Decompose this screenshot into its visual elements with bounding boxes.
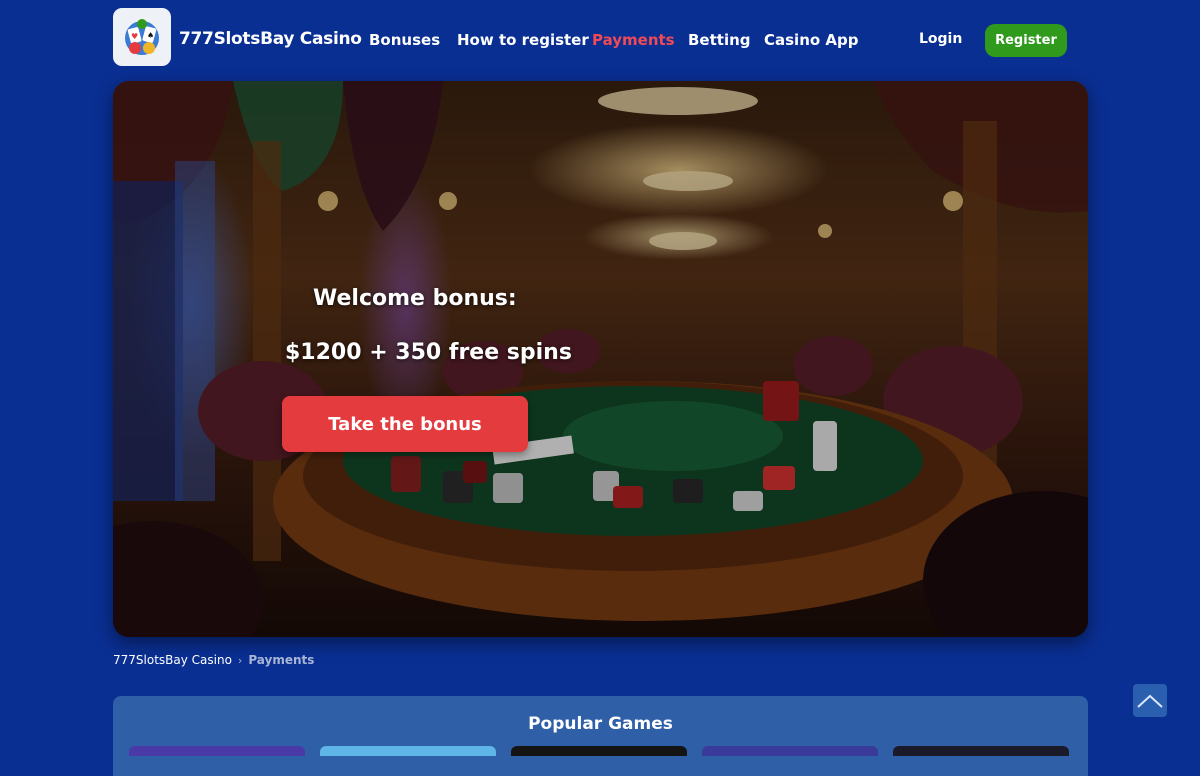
popular-games-section: Popular Games [113, 696, 1088, 776]
scroll-to-top-button[interactable] [1133, 684, 1167, 717]
breadcrumb: 777SlotsBay Casino › Payments [113, 653, 314, 667]
login-link[interactable]: Login [919, 31, 962, 47]
popular-games-title: Popular Games [528, 714, 673, 734]
chevron-up-icon [1137, 694, 1163, 708]
game-thumbnail[interactable] [893, 746, 1069, 756]
hero-title: Welcome bonus: [313, 286, 517, 311]
breadcrumb-current: Payments [248, 653, 315, 667]
site-header: ♥ ♠ 777SlotsBay Casino Bonuses How to re… [0, 0, 1200, 80]
nav-item-betting[interactable]: Betting [688, 31, 751, 49]
casino-logo-icon[interactable]: ♥ ♠ [113, 8, 171, 66]
game-thumbnail[interactable] [511, 746, 687, 756]
register-button[interactable]: Register [985, 24, 1067, 57]
brand-name[interactable]: 777SlotsBay Casino [179, 29, 362, 49]
svg-text:♥: ♥ [131, 32, 138, 41]
take-bonus-button[interactable]: Take the bonus [282, 396, 528, 452]
game-thumbnail[interactable] [129, 746, 305, 756]
breadcrumb-separator: › [237, 653, 243, 667]
hero-subtitle: $1200 + 350 free spins [285, 340, 572, 365]
casino-room-image [113, 81, 1088, 637]
nav-item-casino-app[interactable]: Casino App [764, 31, 859, 49]
game-thumbnail[interactable] [702, 746, 878, 756]
nav-item-payments[interactable]: Payments [592, 31, 675, 49]
nav-item-how-to-register[interactable]: How to register [457, 31, 589, 49]
svg-text:♠: ♠ [147, 31, 154, 40]
breadcrumb-home[interactable]: 777SlotsBay Casino [113, 653, 232, 667]
hero-banner: Welcome bonus: $1200 + 350 free spins Ta… [113, 81, 1088, 637]
nav-item-bonuses[interactable]: Bonuses [369, 31, 440, 49]
game-thumbnail[interactable] [320, 746, 496, 756]
